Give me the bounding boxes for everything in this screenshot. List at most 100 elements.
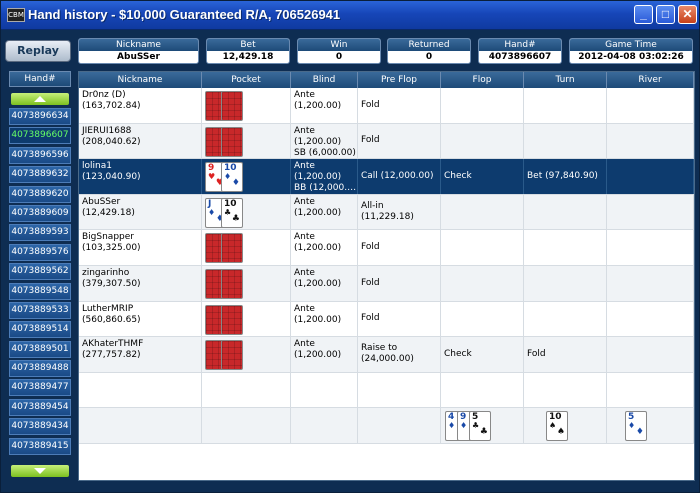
cell-flop	[441, 123, 524, 159]
close-button[interactable]: ✕	[678, 5, 697, 24]
column-header-preflop[interactable]: Pre Flop	[358, 72, 441, 88]
cell-nickname: JIERUI1688 (208,040.62)	[79, 123, 202, 159]
action-text: Fold	[527, 348, 546, 359]
cell-text: Ante	[294, 196, 315, 207]
hand-list-item[interactable]: 4073889548	[9, 282, 71, 300]
table-row-empty	[79, 372, 694, 409]
summary-returned-label: Returned	[388, 39, 470, 51]
cell-river	[607, 301, 694, 337]
cell-text: (277,757.82)	[82, 350, 141, 361]
summary-hand-label: Hand#	[479, 39, 561, 51]
title-bar[interactable]: CBM Hand history - $10,000 Guaranteed R/…	[1, 1, 699, 30]
cell-pocket	[202, 88, 291, 123]
card-pip-icon: ♠	[556, 427, 565, 438]
cell-text: (560,860.65)	[82, 314, 141, 325]
summary-time-value: 2012-04-08 03:02:26	[578, 52, 684, 62]
action-text: Bet (97,840.90)	[527, 170, 598, 181]
card-pip-icon: ♣	[479, 427, 488, 438]
hand-list-item[interactable]: 4073896596	[9, 146, 71, 164]
summary-bet-label: Bet	[207, 39, 289, 51]
card-back	[221, 126, 243, 157]
hand-list-item[interactable]: 4073889477	[9, 379, 71, 397]
hand-actions-table: Nickname Pocket Blind Pre Flop Flop Turn River…	[78, 71, 695, 481]
cell-flop: Check	[441, 159, 524, 194]
column-header-river[interactable]: River	[607, 72, 694, 88]
table-row[interactable]: lolina1 (123,040.90) 9 ♥ ♥ 10 ♦ ♦ Ante (1,200.00)…	[79, 159, 694, 195]
cell-pocket	[202, 230, 291, 265]
table-row[interactable]: JIERUI1688 (208,040.62) Ante (1,200.00) SB (…	[79, 123, 694, 160]
cell-preflop: Call (12,000.00)	[358, 159, 441, 194]
hand-list-item[interactable]: 4073896607	[9, 127, 71, 145]
table-row[interactable]: BigSnapper (103,325.00) Ante (1,200.00) Fold	[79, 230, 694, 266]
cell-text: BigSnapper	[82, 232, 134, 243]
cell-river	[607, 88, 694, 123]
column-header-flop[interactable]: Flop	[441, 72, 524, 88]
hand-list-item[interactable]: 4073889488	[9, 360, 71, 378]
cell-text: Ante	[294, 90, 315, 100]
card-back	[221, 269, 243, 299]
cell-text: Ante	[294, 268, 315, 278]
cell-turn	[524, 230, 607, 265]
cell-text: (379,307.50)	[82, 279, 141, 289]
column-header-pocket[interactable]: Pocket	[202, 72, 291, 88]
cell-text: (1,200.00)	[294, 207, 342, 218]
minimize-button[interactable]: _	[634, 5, 653, 24]
cell-pocket	[202, 266, 291, 301]
table-row[interactable]: AKhaterTHMF (277,757.82) Ante (1,200.00) Rai…	[79, 337, 694, 373]
cell-text: AbuSSer	[82, 196, 121, 207]
hand-list-item[interactable]: 4073889501	[9, 340, 71, 358]
table-row[interactable]: zingarinho (379,307.50) Ante (1,200.00) Fold	[79, 266, 694, 302]
cell-turn	[524, 301, 607, 337]
cell-turn	[524, 266, 607, 301]
table-row[interactable]: Dr0nz (D) (163,702.84) Ante (1,200.00) Fold	[79, 88, 694, 124]
action-text: Check	[444, 170, 472, 181]
action-text: All-in (11,229.18)	[361, 201, 414, 223]
column-header-blind[interactable]: Blind	[291, 72, 358, 88]
cell-text: (1,200.00)	[294, 136, 342, 147]
action-text: Fold	[361, 99, 380, 110]
hand-list-item[interactable]: 4073889632	[9, 166, 71, 184]
hand-list-item[interactable]: 4073889415	[9, 437, 71, 455]
hand-list-item[interactable]: 4073889454	[9, 398, 71, 416]
scroll-down-button[interactable]	[11, 465, 69, 477]
scroll-up-button[interactable]	[11, 93, 69, 105]
cell-blind	[291, 408, 358, 443]
table-row[interactable]: AbuSSer (12,429.18) J ♦ ♦ 10 ♣ ♣ Ante (1,200.00) A…	[79, 194, 694, 231]
action-text: Check	[444, 348, 472, 359]
cell-blind	[291, 372, 358, 408]
card-pip-icon: ♦	[635, 427, 644, 438]
cell-river	[607, 337, 694, 372]
summary-nickname-value: AbuSSer	[117, 52, 160, 62]
cell-blind: Ante (1,200.00)	[291, 230, 358, 265]
cell-blind: Ante (1,200.00) SB (6,000.00)	[291, 123, 358, 159]
hand-list-item[interactable]: 4073889609	[9, 204, 71, 222]
cell-river: 5 ♦ ♦	[607, 408, 694, 443]
card-suit-icon: ♣	[224, 207, 232, 217]
card-suit-icon: ♥	[208, 172, 216, 182]
cell-text: (103,325.00)	[82, 243, 141, 254]
replay-button[interactable]: Replay	[5, 40, 71, 62]
hand-list-header: Hand#	[9, 71, 71, 87]
cell-text: (1,200.00)	[294, 350, 342, 361]
hand-list-item[interactable]: 4073889533	[9, 301, 71, 319]
maximize-button[interactable]: □	[656, 5, 675, 24]
column-header-nickname[interactable]: Nickname	[79, 72, 202, 88]
hand-list[interactable]: 4073896634 4073896607 4073896596 4073889632…	[9, 108, 71, 457]
cell-preflop: Fold	[358, 301, 441, 337]
cell-flop: 4♦♦9♦♦5♣♣	[441, 408, 524, 443]
cell-flop	[441, 194, 524, 230]
card-suit-icon: ♦	[224, 172, 232, 182]
hand-list-item[interactable]: 4073889434	[9, 418, 71, 436]
hand-list-item[interactable]: 4073889620	[9, 185, 71, 203]
hand-list-item[interactable]: 4073889562	[9, 263, 71, 281]
hand-list-item[interactable]: 4073889593	[9, 224, 71, 242]
table-row[interactable]: LutherMRIP (560,860.65) Ante (1,200.00) Fold	[79, 301, 694, 338]
summary-returned-value: 0	[425, 52, 433, 62]
hand-list-item[interactable]: 4073889576	[9, 243, 71, 261]
column-header-turn[interactable]: Turn	[524, 72, 607, 88]
hand-list-item[interactable]: 4073896634	[9, 108, 71, 125]
action-text: Raise to (24,000.00)	[361, 343, 414, 365]
playing-card: 5 ♣ ♣	[469, 411, 491, 442]
hand-list-item[interactable]: 4073889514	[9, 321, 71, 339]
summary-bet-value: 12,429.18	[222, 52, 274, 62]
